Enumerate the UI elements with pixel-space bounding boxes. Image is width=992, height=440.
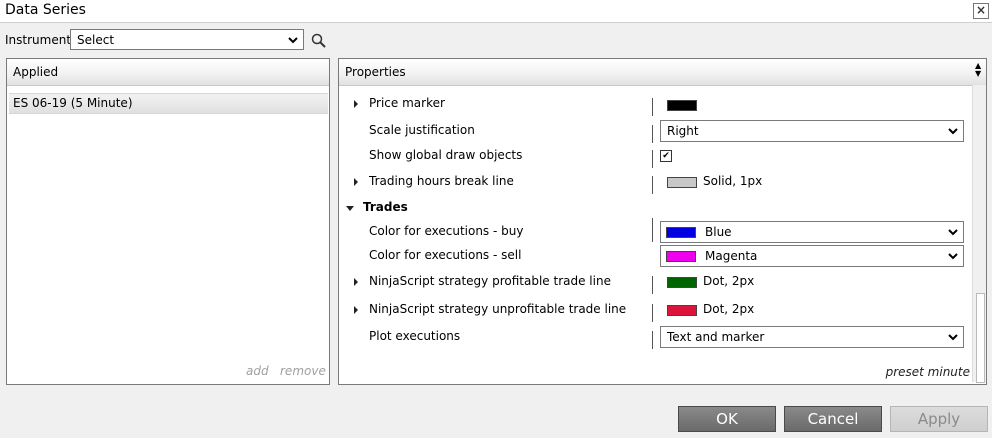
select-value: Text and marker [667,330,765,344]
category-trades[interactable]: Trades [339,196,971,220]
prop-label: Color for executions - buy [369,224,524,238]
chevron-down-icon [948,334,958,341]
instrument-select[interactable]: Select [70,29,304,50]
applied-panel-header: Applied [7,59,329,86]
prop-label: Trading hours break line [369,174,514,188]
column-divider [652,276,653,294]
select-value: Magenta [705,249,758,263]
expand-arrow-icon[interactable] [354,306,358,314]
prop-label: Scale justification [369,123,475,137]
color-swatch[interactable] [667,100,697,111]
color-swatch [666,251,696,262]
stroke-value: Solid, 1px [703,174,763,188]
prop-label: NinjaScript strategy profitable trade li… [369,274,611,288]
cancel-button[interactable]: Cancel [784,406,882,432]
instrument-select-value: Select [77,33,115,47]
select-value: Right [667,124,699,138]
column-divider [652,176,653,194]
plot-executions-select[interactable]: Text and marker [660,326,964,348]
add-link[interactable]: add [246,364,269,378]
close-button[interactable]: × [973,3,989,19]
properties-scrollbar[interactable] [972,85,986,383]
apply-button[interactable]: Apply [890,406,988,432]
chevron-down-icon [288,37,298,44]
instrument-label: Instrument [5,33,72,47]
remove-link[interactable]: remove [280,364,326,378]
color-swatch[interactable] [667,177,697,188]
stroke-value: Dot, 2px [703,302,755,316]
chevron-down-icon [948,229,958,236]
prop-row-profitable-trade-line: NinjaScript strategy profitable trade li… [339,270,971,294]
color-swatch[interactable] [667,305,697,316]
preset-link[interactable]: preset minute [886,365,970,379]
applied-item-label: ES 06-19 (5 Minute) [13,96,133,110]
column-divider [652,218,653,242]
expand-arrow-icon[interactable] [354,100,358,108]
window-title: Data Series [5,2,86,18]
ok-button[interactable]: OK [678,406,776,432]
properties-panel-header: Properties ▲ ▼ [339,59,986,86]
scale-justification-select[interactable]: Right [660,120,964,142]
prop-label: NinjaScript strategy unprofitable trade … [369,302,627,316]
column-divider [652,304,653,322]
color-buy-select[interactable]: Blue [660,221,964,243]
color-swatch [666,227,696,238]
title-bar: Data Series × [0,0,992,23]
prop-row-trading-hours-break-line: Trading hours break line Solid, 1px [339,170,971,194]
prop-row-color-buy: Color for executions - buy Blue [339,218,971,244]
collapse-arrow-icon[interactable] [346,206,354,211]
scrollbar-thumb[interactable] [976,293,985,383]
color-sell-select[interactable]: Magenta [660,245,964,267]
show-global-draw-objects-checkbox[interactable]: ✔ [660,150,672,162]
column-divider [652,125,653,143]
prop-row-color-sell: Color for executions - sell Magenta [339,244,971,268]
stroke-value: Dot, 2px [703,274,755,288]
expand-arrow-icon[interactable] [354,278,358,286]
select-value: Blue [705,225,732,239]
expand-arrow-icon[interactable] [354,178,358,186]
prop-label: Plot executions [369,329,461,343]
prop-row-price-marker: Price marker [339,92,971,116]
close-icon: × [975,3,987,17]
properties-header-label: Properties [345,65,406,79]
applied-header-label: Applied [13,65,59,79]
prop-label: Show global draw objects [369,148,523,162]
prop-label: Price marker [369,96,445,110]
prop-row-show-global-draw-objects: Show global draw objects ✔ [339,144,971,168]
prop-row-scale-justification: Scale justification Right [339,119,971,143]
chevron-down-icon [948,253,958,260]
applied-panel: Applied ES 06-19 (5 Minute) add remove [6,58,330,385]
column-divider [652,150,653,168]
prop-label: Color for executions - sell [369,248,522,262]
list-item[interactable]: ES 06-19 (5 Minute) [9,93,328,114]
prop-row-unprofitable-trade-line: NinjaScript strategy unprofitable trade … [339,298,971,322]
column-divider [652,98,653,116]
prop-row-plot-executions: Plot executions Text and marker [339,325,971,349]
chevron-down-icon [948,128,958,135]
sort-updown-icon[interactable]: ▲ ▼ [975,62,981,78]
search-icon[interactable] [310,32,328,50]
category-label: Trades [363,200,408,214]
color-swatch[interactable] [667,277,697,288]
properties-panel: Properties ▲ ▼ Price marker Scale justifi… [338,58,987,385]
column-divider [652,331,653,349]
